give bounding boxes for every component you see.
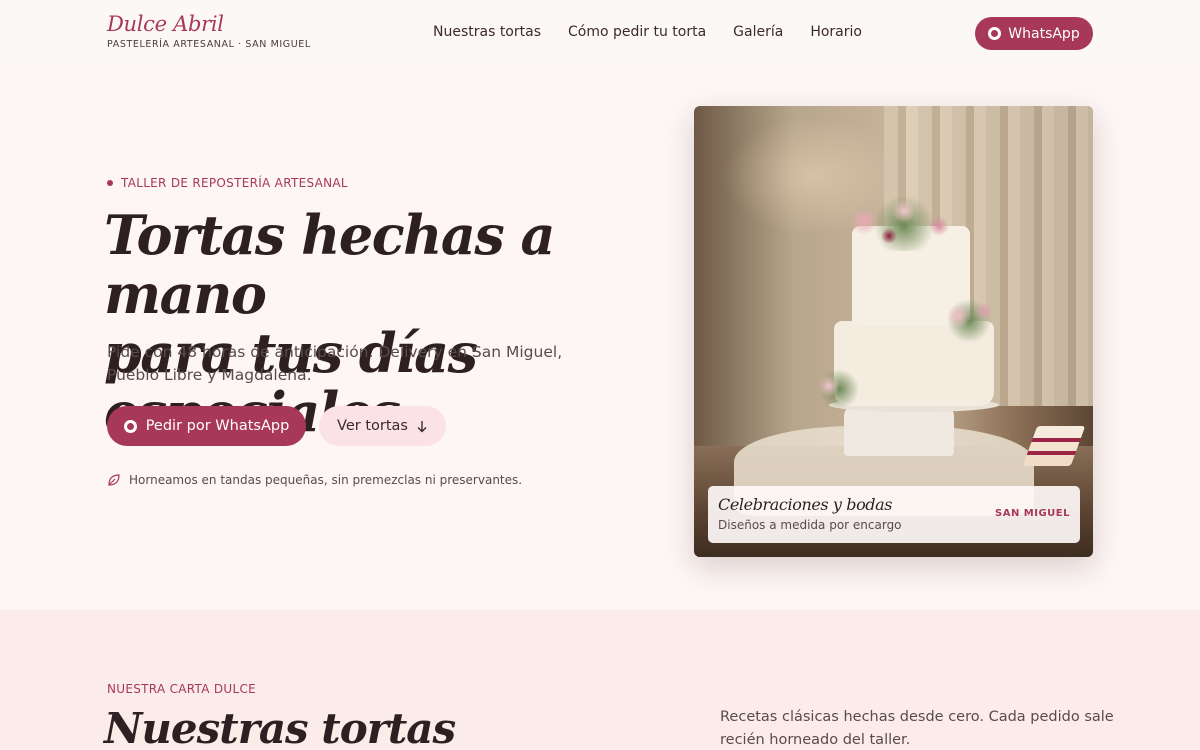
brand-logo[interactable]: Dulce Abril: [107, 12, 224, 36]
nav-item-como-pedir[interactable]: Cómo pedir tu torta: [568, 24, 706, 40]
whatsapp-icon: [988, 27, 1002, 40]
hero-subtitle: Pide con 48 horas de anticipación. Deliv…: [107, 343, 563, 384]
arrow-down-icon: [417, 420, 427, 432]
cakes-section-eyebrow: NUESTRA CARTA DULCE: [107, 682, 257, 696]
order-whatsapp-label: Pedir por WhatsApp: [145, 418, 290, 434]
caption-title: Celebraciones y bodas: [718, 495, 893, 514]
view-cakes-button[interactable]: Ver tortas: [319, 406, 446, 446]
caption-subtitle: Diseños a medida por encargo: [718, 518, 902, 532]
leaf-icon: [108, 474, 120, 486]
whatsapp-button-label: WhatsApp: [1008, 25, 1080, 42]
nav-item-tortas[interactable]: Nuestras tortas: [433, 24, 541, 40]
hero-note: Horneamos en tandas pequeñas, sin premez…: [107, 473, 522, 487]
hero-title-line1: Tortas hechas a mano: [104, 203, 556, 326]
hero-note-text: Horneamos en tandas pequeñas, sin premez…: [129, 473, 523, 487]
cake-flowers-bottom: [804, 361, 874, 411]
view-cakes-label: Ver tortas: [337, 418, 408, 434]
site-header: Dulce Abril PASTELERÍA ARTESANAL · SAN M…: [0, 0, 1200, 64]
cakes-section: NUESTRA CARTA DULCE Nuestras tortas Rece…: [0, 610, 1200, 750]
main-nav: Nuestras tortas Cómo pedir tu torta Gale…: [433, 24, 889, 40]
whatsapp-icon: [123, 419, 137, 433]
hero-eyebrow-text: TALLER DE REPOSTERÍA ARTESANAL: [121, 176, 348, 190]
order-whatsapp-button[interactable]: Pedir por WhatsApp: [107, 406, 306, 446]
cake-flowers-top: [834, 181, 974, 251]
nav-item-galeria[interactable]: Galería: [733, 24, 783, 40]
hero-eyebrow: TALLER DE REPOSTERÍA ARTESANAL: [107, 176, 348, 190]
cake-flowers-middle: [929, 286, 1009, 346]
caption-location-badge: SAN MIGUEL: [995, 508, 1070, 519]
whatsapp-header-button[interactable]: WhatsApp: [975, 17, 1093, 50]
hero-cake-image: Celebraciones y bodas Diseños a medida p…: [694, 106, 1093, 557]
cakes-section-title: Nuestras tortas: [104, 704, 456, 750]
cakes-section-description: Recetas clásicas hechas desde cero. Cada…: [720, 709, 1114, 748]
brand-tagline: PASTELERÍA ARTESANAL · SAN MIGUEL: [107, 39, 311, 50]
eyebrow-dot-icon: [107, 180, 113, 186]
cake-stand: [844, 406, 954, 456]
nav-item-horario[interactable]: Horario: [810, 24, 862, 40]
image-caption-card: Celebraciones y bodas Diseños a medida p…: [708, 486, 1080, 543]
